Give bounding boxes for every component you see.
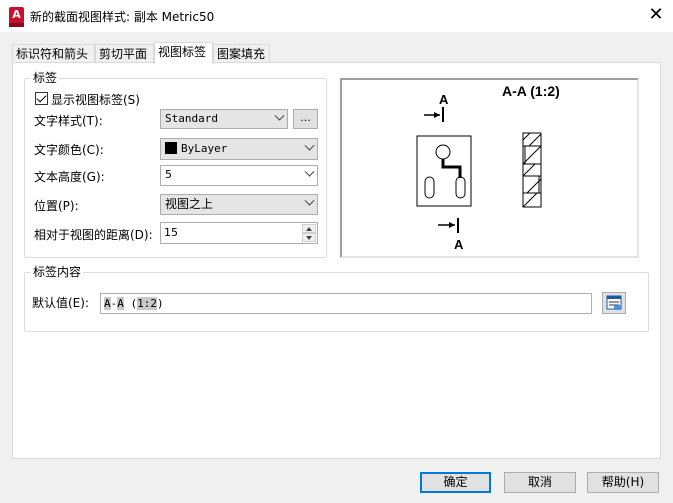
text-height-dropdown[interactable]: 5 bbox=[160, 165, 318, 186]
cancel-button[interactable]: 取消 bbox=[504, 472, 576, 493]
show-view-label-checkbox[interactable] bbox=[35, 92, 48, 105]
bottom-arrow-head bbox=[449, 222, 455, 228]
text-style-dropdown[interactable]: Standard bbox=[160, 109, 288, 129]
field-token-a1: A bbox=[104, 297, 111, 310]
field-paren-close: ) bbox=[157, 297, 164, 310]
spin-up-icon[interactable] bbox=[302, 224, 316, 233]
text-style-value: Standard bbox=[165, 112, 218, 125]
default-value-field[interactable]: A-A (1:2) bbox=[100, 293, 592, 314]
field-editor-button[interactable] bbox=[602, 292, 626, 314]
label-content-group-title: 标签内容 bbox=[31, 265, 84, 279]
tab-view-label[interactable]: 视图标签 bbox=[154, 42, 213, 64]
section-view-outline bbox=[522, 132, 542, 208]
chevron-down-icon bbox=[304, 195, 315, 206]
front-view-slot-left bbox=[424, 176, 435, 199]
preview-marker-top: A bbox=[439, 92, 449, 107]
preview-marker-bottom: A bbox=[454, 237, 464, 252]
show-view-label-text: 显示视图标签(S) bbox=[51, 93, 140, 107]
preview-title: A-A (1:2) bbox=[502, 83, 560, 99]
distance-value: 15 bbox=[164, 226, 178, 239]
close-button[interactable]: ✕ bbox=[641, 2, 671, 30]
tab-hatch[interactable]: 图案填充 bbox=[213, 44, 270, 63]
text-color-value: ByLayer bbox=[181, 142, 228, 155]
text-height-value: 5 bbox=[165, 168, 172, 181]
position-value: 视图之上 bbox=[165, 197, 214, 211]
position-dropdown[interactable]: 视图之上 bbox=[160, 194, 318, 215]
field-token-a2: A bbox=[117, 297, 124, 310]
default-value-label: 默认值(E): bbox=[32, 296, 89, 310]
help-button[interactable]: 帮助(H) bbox=[587, 472, 659, 493]
position-label: 位置(P): bbox=[34, 199, 79, 213]
field-icon bbox=[606, 295, 622, 310]
window-title: 新的截面视图样式: 副本 Metric50 bbox=[30, 10, 215, 24]
preview-pane: A-A (1:2) A A bbox=[340, 78, 639, 258]
tab-identifiers-arrows[interactable]: 标识符和箭头 bbox=[12, 44, 95, 63]
text-style-label: 文字样式(T): bbox=[34, 114, 103, 128]
distance-spinner[interactable]: 15 bbox=[160, 222, 318, 244]
preview-drawing: A-A (1:2) A A bbox=[416, 83, 560, 252]
color-swatch bbox=[165, 142, 177, 154]
front-view-slot-right bbox=[455, 176, 466, 199]
top-arrow-head bbox=[434, 112, 440, 118]
text-color-dropdown[interactable]: ByLayer bbox=[160, 138, 318, 160]
chevron-down-icon bbox=[274, 110, 285, 121]
distance-label: 相对于视图的距离(D): bbox=[34, 228, 153, 242]
chevron-down-icon bbox=[304, 140, 315, 151]
text-style-browse-button[interactable]: ... bbox=[293, 109, 318, 129]
front-view-hole bbox=[435, 144, 451, 160]
field-paren-open: ( bbox=[123, 297, 138, 310]
spin-down-icon[interactable] bbox=[302, 233, 316, 242]
tab-cutting-plane[interactable]: 剪切平面 bbox=[95, 44, 154, 63]
title-bar: A 新的截面视图样式: 副本 Metric50 ✕ bbox=[0, 0, 673, 32]
ok-button[interactable]: 确定 bbox=[420, 472, 491, 493]
chevron-down-icon bbox=[304, 166, 315, 177]
field-token-scale: 1:2 bbox=[137, 297, 157, 310]
autocad-app-icon: A bbox=[9, 7, 24, 27]
text-color-label: 文字颜色(C): bbox=[34, 143, 104, 157]
text-height-label: 文本高度(G): bbox=[34, 170, 105, 184]
label-group-title: 标签 bbox=[31, 71, 60, 85]
